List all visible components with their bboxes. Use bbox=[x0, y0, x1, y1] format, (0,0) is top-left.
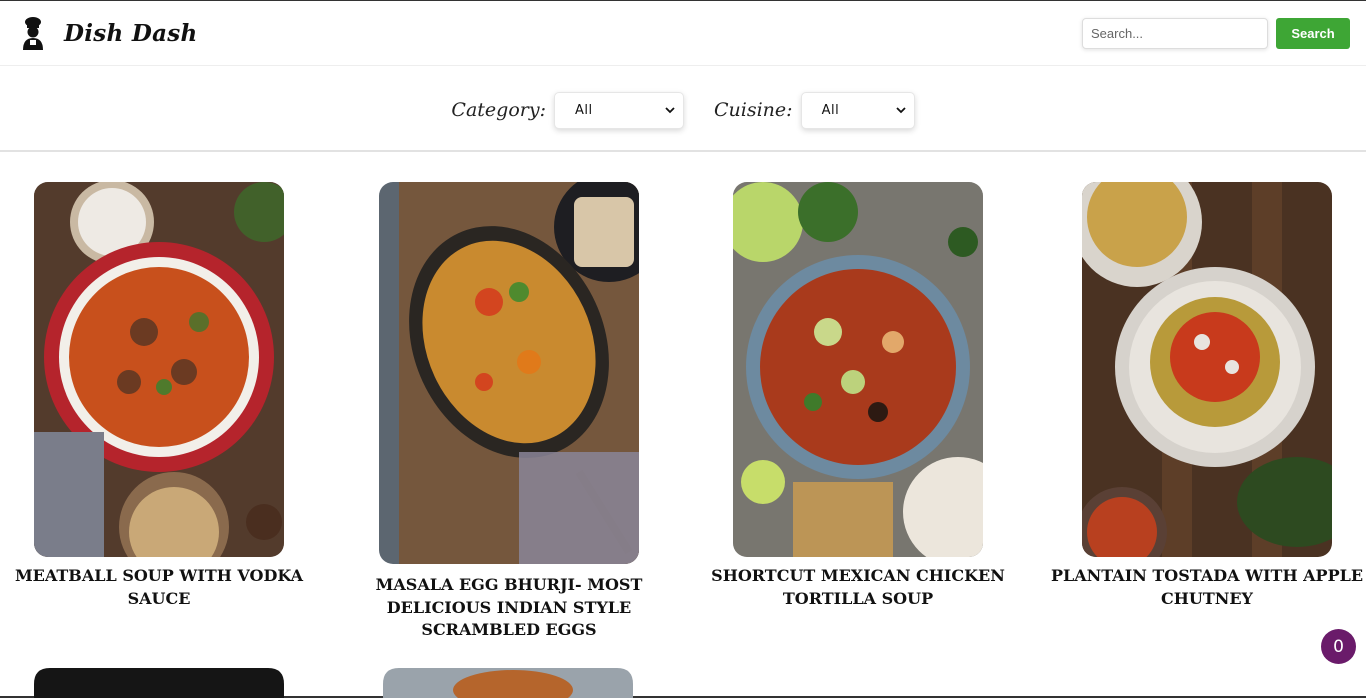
recipe-card[interactable]: MASALA EGG BHURJI- MOST DELICIOUS INDIAN… bbox=[350, 182, 668, 642]
chevron-down-icon bbox=[665, 107, 675, 114]
top-header: Dish Dash Search bbox=[0, 1, 1366, 66]
recipe-grid: MEATBALL SOUP WITH VODKA SAUCE MASALA EG… bbox=[0, 152, 1366, 698]
recipe-image-meatball-soup[interactable] bbox=[34, 182, 284, 557]
recipe-image-partial[interactable] bbox=[34, 668, 284, 698]
recipe-title[interactable]: MASALA EGG BHURJI- MOST DELICIOUS INDIAN… bbox=[350, 574, 668, 642]
cuisine-filter: Cuisine: All bbox=[714, 91, 915, 129]
recipe-card[interactable]: SHORTCUT MEXICAN CHICKEN TORTILLA SOUP bbox=[699, 182, 1017, 610]
search-input[interactable] bbox=[1082, 17, 1268, 49]
recipe-image-plantain-tostada[interactable] bbox=[1082, 182, 1332, 557]
brand-name: Dish Dash bbox=[64, 19, 198, 47]
category-select-value: All bbox=[575, 102, 593, 118]
chevron-down-icon bbox=[895, 107, 906, 114]
cart-count-badge[interactable]: 0 bbox=[1321, 629, 1356, 664]
filter-bar: Category: All Cuisine: All bbox=[0, 66, 1366, 152]
category-select[interactable]: All bbox=[554, 91, 684, 129]
recipe-title[interactable]: SHORTCUT MEXICAN CHICKEN TORTILLA SOUP bbox=[699, 565, 1017, 610]
recipe-image-tortilla-soup[interactable] bbox=[733, 182, 983, 557]
recipe-card[interactable]: MEATBALL SOUP WITH VODKA SAUCE bbox=[0, 182, 318, 610]
recipe-card[interactable]: PLANTAIN TOSTADA WITH APPLE CHUTNEY bbox=[1048, 182, 1366, 610]
category-filter: Category: All bbox=[451, 91, 684, 129]
category-label: Category: bbox=[451, 99, 546, 121]
search-form: Search bbox=[1082, 17, 1350, 49]
recipe-image-partial[interactable] bbox=[383, 668, 633, 698]
cuisine-select-value: All bbox=[821, 102, 840, 118]
search-button[interactable]: Search bbox=[1276, 17, 1350, 49]
recipe-title[interactable]: MEATBALL SOUP WITH VODKA SAUCE bbox=[0, 565, 318, 610]
recipe-title[interactable]: PLANTAIN TOSTADA WITH APPLE CHUTNEY bbox=[1048, 565, 1366, 610]
cuisine-label: Cuisine: bbox=[714, 99, 793, 121]
chef-icon bbox=[23, 17, 43, 50]
recipe-image-egg-bhurji[interactable] bbox=[379, 182, 639, 564]
cuisine-select[interactable]: All bbox=[800, 91, 915, 129]
brand[interactable]: Dish Dash bbox=[20, 16, 198, 50]
